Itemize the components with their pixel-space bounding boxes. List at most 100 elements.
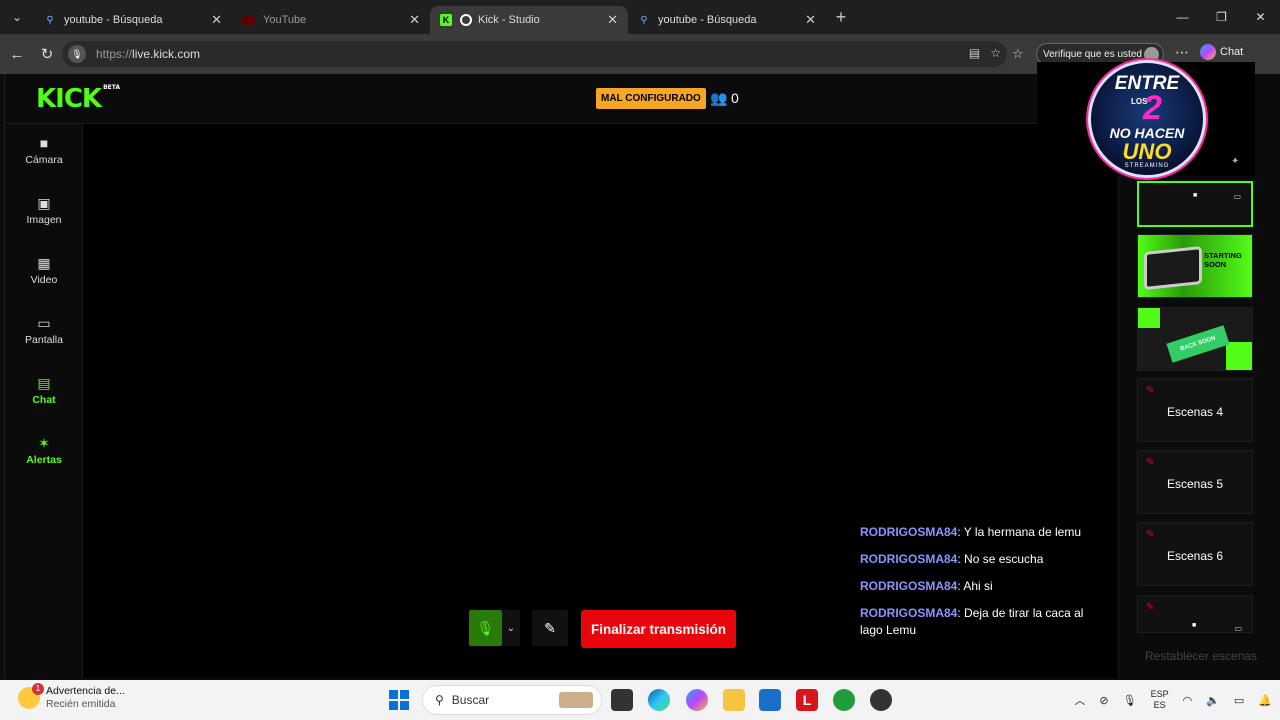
youtube-icon [242,15,255,25]
channel-logo-emblem: ENTRE LOS 2 NO HACEN UNO STREAMING [1088,60,1206,178]
mic-options-chevron-icon[interactable]: ⌄ [502,610,520,646]
sidebar-item-image[interactable]: ▣ Imagen [5,195,83,243]
scene-escenas-6[interactable]: ✎ Escenas 6 [1137,522,1253,586]
microphone-button[interactable]: 🎙 [469,610,502,646]
party-popper-icon: ✶ [38,435,50,451]
sidebar-item-video[interactable]: ▦ Video [5,255,83,303]
browser-tab-2[interactable]: YouTube ✕ [232,6,430,34]
camera-icon: ■ [1193,192,1198,199]
chat-icon: ▤ [37,375,51,391]
scene-starting-soon[interactable]: STARTING SOON [1137,234,1253,298]
taskbar: Advertencia de...Recién emitida ⚲ Buscar… [0,680,1280,720]
sidebar-item-alerts[interactable]: ✶ Alertas [5,435,83,483]
sidebar-item-chat[interactable]: ▤ Chat [5,375,83,423]
status-badge[interactable]: MAL CONFIGURADO [596,88,706,109]
close-tab-icon[interactable]: ✕ [211,12,222,28]
chat-message: RODRIGOSMA84: No se escucha [860,552,1044,566]
language-indicator[interactable]: ESP ES [1151,689,1169,711]
browser-tab-1[interactable]: ⚲ youtube - Búsqueda ✕ [34,6,232,34]
browser-tab-4[interactable]: ⚲ youtube - Búsqueda ✕ [628,6,826,34]
restore-scenes-button[interactable]: Restablecer escenas [1145,649,1257,663]
minimize-icon[interactable]: — [1163,0,1202,34]
scene-camera[interactable]: ■ ▭ [1137,181,1253,227]
film-icon: ▦ [37,255,51,271]
edit-pencil-button[interactable]: ✎ [532,610,568,646]
scene-back-soon[interactable]: BACK SOON [1137,307,1253,371]
weather-widget[interactable]: Advertencia de...Recién emitida [18,683,125,711]
notification-bell-icon[interactable]: 🔔 [1258,694,1272,707]
sidebar-item-camera[interactable]: ■ Cámara [5,135,83,183]
favorites-icon[interactable]: ☆ [1012,46,1024,62]
viewer-count: 0 [731,90,739,106]
xbox-icon[interactable] [833,689,855,711]
tab-title: Kick - Studio [478,14,540,26]
task-view-icon[interactable] [611,689,633,711]
tab-title: youtube - Búsqueda [64,14,163,26]
chat-overlay: RODRIGOSMA84: Y la hermana de lemu RODRI… [860,524,1105,649]
tab-title: YouTube [263,14,307,26]
end-stream-button[interactable]: Finalizar transmisión [581,610,737,648]
reader-mode-icon[interactable]: ▤ [969,46,980,60]
chat-message: RODRIGOSMA84: Deja de tirar la caca al l… [860,606,1084,637]
device-illustration [1144,245,1202,291]
microphone-icon[interactable]: 🎙 [1123,694,1137,707]
stream-controls: 🎙 ⌄ ✎ Finalizar transmisión [469,610,737,648]
close-tab-icon[interactable]: ✕ [805,12,816,28]
browser-tab-3[interactable]: K Kick - Studio ✕ [430,6,628,34]
camera-icon: ■ [39,135,49,151]
microphone-icon: 🎙 [476,619,495,636]
pin-icon: ✎ [1146,457,1155,468]
screen-cast-icon: ▭ [37,315,51,331]
copilot-chat-button[interactable]: Chat [1200,44,1243,60]
back-arrow-icon[interactable]: ← [2,46,32,63]
wifi-icon[interactable]: ◠ [1183,694,1193,707]
pin-icon: ✎ [1146,602,1155,613]
sidebar-item-screen[interactable]: ▭ Pantalla [5,315,83,363]
screen-icon: ▭ [1233,192,1241,201]
tab-actions-chevron-icon[interactable]: ⌄ [0,0,34,34]
chat-message: RODRIGOSMA84: Ahi si [860,579,993,593]
taskbar-search[interactable]: ⚲ Buscar [422,685,602,715]
pencil-icon: ✎ [544,619,556,636]
obs-recording-icon[interactable] [870,689,892,711]
tab-title: youtube - Búsqueda [658,14,757,26]
system-tray: ︿ ⊘ 🎙 ESP ES ◠ 🔈 ▭ 🔔 [1074,680,1272,720]
battery-icon[interactable]: ▭ [1234,694,1244,707]
reload-icon[interactable]: ↻ [32,45,62,63]
search-highlight-image [559,692,593,708]
more-options-icon[interactable]: ⋯ [1175,44,1189,61]
new-tab-plus-icon[interactable]: + [826,7,856,28]
copilot-icon [1200,44,1216,60]
url-field[interactable]: 🎙 https://live.kick.com ▤ ☆ [62,41,1007,67]
scene-escenas-5[interactable]: ✎ Escenas 5 [1137,450,1253,514]
network-off-icon[interactable]: ⊘ [1099,694,1108,707]
file-explorer-icon[interactable] [723,689,745,711]
weather-alert-icon [18,683,44,709]
app-l-icon[interactable]: L [796,689,818,711]
search-icon: ⚲ [640,14,648,26]
edge-browser-icon[interactable] [648,689,670,711]
browser-tab-bar: ⌄ ⚲ youtube - Búsqueda ✕ YouTube ✕ K Kic… [0,0,1280,34]
scene-escenas-4[interactable]: ✎ Escenas 4 [1137,378,1253,442]
pin-icon: ✎ [1146,385,1155,396]
url-text: https://live.kick.com [96,47,201,61]
close-tab-icon[interactable]: ✕ [607,12,618,28]
close-window-icon[interactable]: ✕ [1241,0,1280,34]
site-info-icon[interactable]: 🎙 [68,45,86,63]
volume-icon[interactable]: 🔈 [1206,694,1220,707]
copilot-icon[interactable] [686,689,708,711]
favorite-star-icon[interactable]: ☆ [990,46,1001,60]
source-sidebar: ■ Cámara ▣ Imagen ▦ Video ▭ Pantalla ▤ C… [5,124,83,678]
chat-message: RODRIGOSMA84: Y la hermana de lemu [860,525,1081,539]
search-icon: ⚲ [435,693,444,707]
windows-start-icon[interactable] [389,690,409,710]
recording-icon [460,14,472,26]
chevron-up-icon[interactable]: ︿ [1074,692,1085,708]
image-icon: ▣ [37,195,51,211]
kick-logo[interactable]: KICK BETA [36,84,120,114]
store-icon[interactable] [759,689,781,711]
close-tab-icon[interactable]: ✕ [409,12,420,28]
maximize-icon[interactable]: ❐ [1202,0,1241,34]
studio-header: KICK BETA MAL CONFIGURADO 👥 0 [5,74,1039,124]
scene-7[interactable]: ✎ ■ ▭ [1137,595,1253,633]
